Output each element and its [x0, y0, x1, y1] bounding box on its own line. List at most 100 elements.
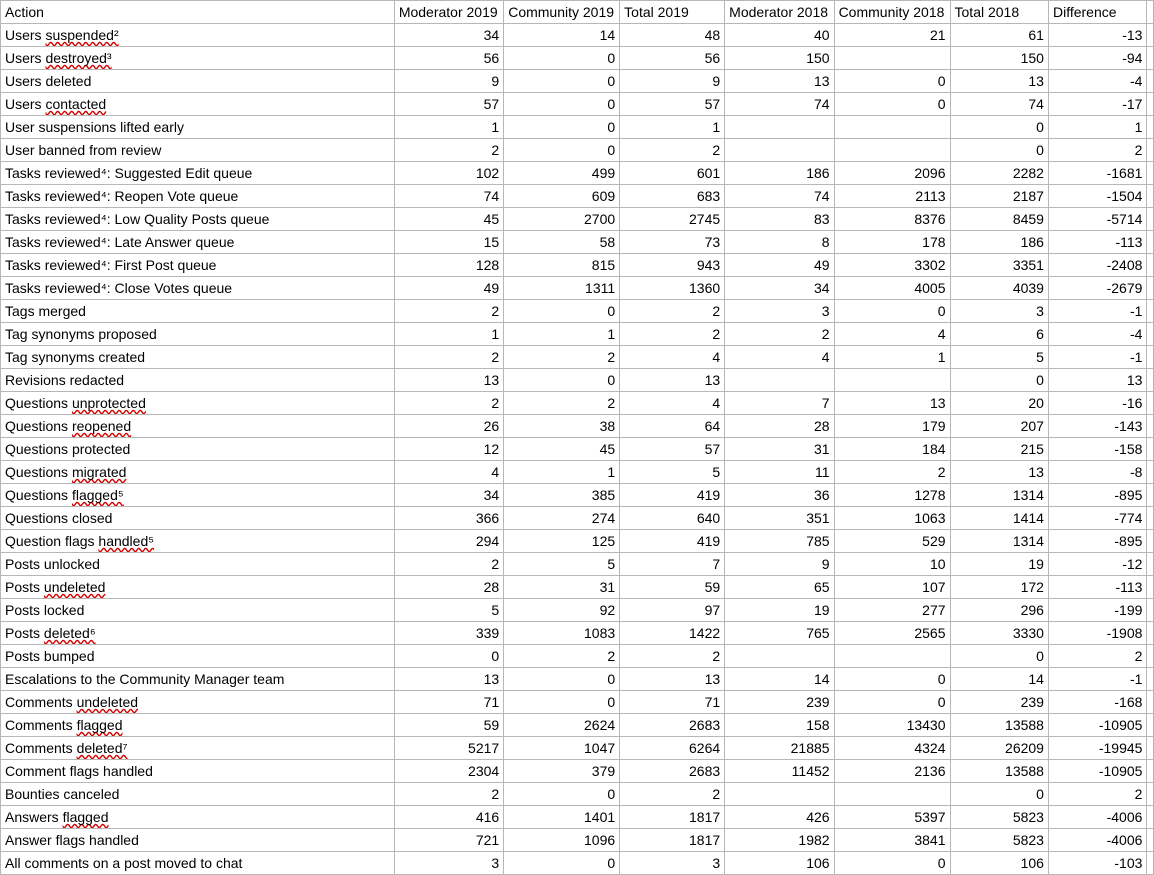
cell-extra	[1147, 70, 1154, 93]
cell-value: 184	[834, 438, 950, 461]
cell-value: 13	[394, 369, 503, 392]
table-row: Posts locked5929719277296-199	[1, 599, 1154, 622]
cell-value: 2	[504, 346, 620, 369]
cell-value: 65	[725, 576, 834, 599]
table-row: Answer flags handled72110961817198238415…	[1, 829, 1154, 852]
cell-value: 49	[394, 277, 503, 300]
cell-value: 57	[394, 93, 503, 116]
cell-action: Users destroyed³	[1, 47, 395, 70]
cell-value: 3841	[834, 829, 950, 852]
cell-value: -1	[1048, 346, 1146, 369]
cell-value	[834, 783, 950, 806]
cell-value: 529	[834, 530, 950, 553]
cell-value: 5	[620, 461, 725, 484]
col-mod-2018: Moderator 2018	[725, 1, 834, 24]
cell-value: 0	[504, 852, 620, 875]
cell-value: 3	[620, 852, 725, 875]
cell-extra	[1147, 139, 1154, 162]
cell-value	[834, 369, 950, 392]
cell-value: -1504	[1048, 185, 1146, 208]
cell-value: 785	[725, 530, 834, 553]
cell-value: 2	[504, 392, 620, 415]
cell-value: 3	[950, 300, 1048, 323]
cell-value: -113	[1048, 576, 1146, 599]
cell-value: -4006	[1048, 829, 1146, 852]
cell-value: 426	[725, 806, 834, 829]
cell-value: -1681	[1048, 162, 1146, 185]
cell-action: Questions reopened	[1, 415, 395, 438]
cell-action: Questions migrated	[1, 461, 395, 484]
cell-value: 15	[394, 231, 503, 254]
cell-value: 379	[504, 760, 620, 783]
cell-value: 49	[725, 254, 834, 277]
table-row: Comments flagged59262426831581343013588-…	[1, 714, 1154, 737]
cell-value: -10905	[1048, 760, 1146, 783]
cell-value: 107	[834, 576, 950, 599]
table-row: Posts bumped02202	[1, 645, 1154, 668]
cell-value: 125	[504, 530, 620, 553]
cell-value: 13	[394, 668, 503, 691]
cell-value: 1	[834, 346, 950, 369]
cell-extra	[1147, 162, 1154, 185]
cell-value: 207	[950, 415, 1048, 438]
table-row: Bounties canceled20202	[1, 783, 1154, 806]
cell-value: 1	[504, 323, 620, 346]
cell-action: Posts locked	[1, 599, 395, 622]
cell-value: 1	[394, 323, 503, 346]
cell-value: -113	[1048, 231, 1146, 254]
cell-value: 26	[394, 415, 503, 438]
cell-extra	[1147, 737, 1154, 760]
cell-extra	[1147, 208, 1154, 231]
table-row: Posts unlocked25791019-12	[1, 553, 1154, 576]
cell-value: 2	[504, 645, 620, 668]
cell-value: 150	[725, 47, 834, 70]
cell-value: 19	[725, 599, 834, 622]
cell-value: -143	[1048, 415, 1146, 438]
cell-value: 4324	[834, 737, 950, 760]
cell-value: 721	[394, 829, 503, 852]
cell-value	[725, 783, 834, 806]
cell-value: 2	[1048, 139, 1146, 162]
table-row: Tags merged202303-1	[1, 300, 1154, 323]
cell-value: 0	[834, 852, 950, 875]
table-row: Comments deleted⁷52171047626421885432426…	[1, 737, 1154, 760]
cell-value: -2408	[1048, 254, 1146, 277]
cell-value: 2096	[834, 162, 950, 185]
cell-value: 0	[834, 300, 950, 323]
cell-value: 13	[620, 668, 725, 691]
cell-value: 601	[620, 162, 725, 185]
cell-extra	[1147, 553, 1154, 576]
cell-extra	[1147, 116, 1154, 139]
cell-action: Comments flagged	[1, 714, 395, 737]
cell-value: 1278	[834, 484, 950, 507]
cell-value: 13	[950, 461, 1048, 484]
cell-value: 61	[950, 24, 1048, 47]
cell-value: 239	[950, 691, 1048, 714]
cell-extra	[1147, 254, 1154, 277]
cell-value: 0	[504, 139, 620, 162]
cell-value: -1908	[1048, 622, 1146, 645]
table-row: Questions protected12455731184215-158	[1, 438, 1154, 461]
cell-value: 3	[394, 852, 503, 875]
table-row: Tag synonyms proposed112246-4	[1, 323, 1154, 346]
cell-value: 5823	[950, 829, 1048, 852]
cell-value: 1	[504, 461, 620, 484]
cell-value: 8376	[834, 208, 950, 231]
cell-value: 765	[725, 622, 834, 645]
cell-value: 6264	[620, 737, 725, 760]
cell-extra	[1147, 231, 1154, 254]
cell-value: 1414	[950, 507, 1048, 530]
table-row: Questions unprotected22471320-16	[1, 392, 1154, 415]
header-row: Action Moderator 2019 Community 2019 Tot…	[1, 1, 1154, 24]
cell-value: 0	[504, 93, 620, 116]
cell-value: 0	[950, 783, 1048, 806]
table-row: Tasks reviewed⁴: First Post queue1288159…	[1, 254, 1154, 277]
cell-value	[834, 645, 950, 668]
cell-action: All comments on a post moved to chat	[1, 852, 395, 875]
cell-extra	[1147, 438, 1154, 461]
cell-value: 5	[394, 599, 503, 622]
cell-value: 351	[725, 507, 834, 530]
cell-value: 57	[620, 93, 725, 116]
cell-value: 58	[504, 231, 620, 254]
table-row: Questions closed36627464035110631414-774	[1, 507, 1154, 530]
